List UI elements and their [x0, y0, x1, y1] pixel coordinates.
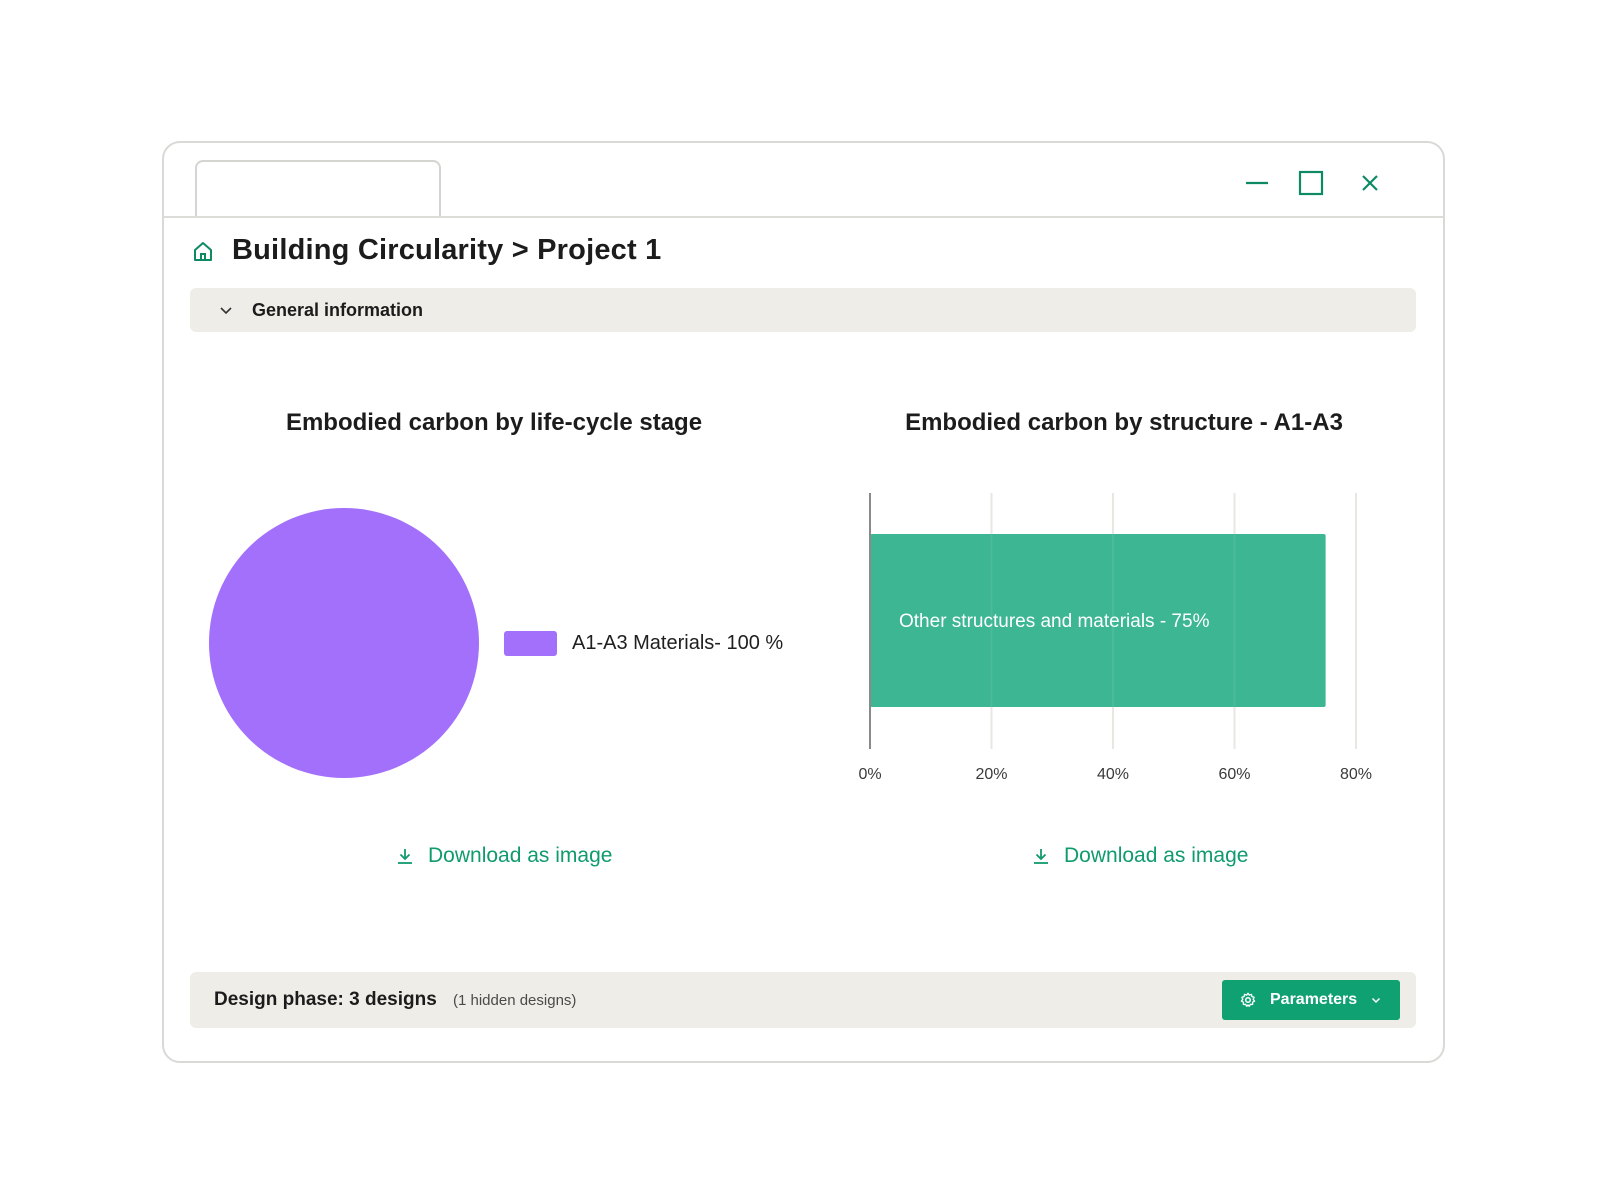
pie-legend: A1-A3 Materials- 100 %: [504, 631, 783, 656]
design-phase-bar: Design phase: 3 designs (1 hidden design…: [190, 972, 1416, 1028]
download-pie-button[interactable]: Download as image: [396, 844, 612, 868]
x-tick-label: 20%: [975, 766, 1007, 783]
page-title: Building Circularity > Project 1: [232, 234, 662, 266]
tab-bar: [164, 143, 1443, 218]
breadcrumb: Building Circularity > Project 1: [192, 234, 661, 267]
hidden-designs-label: (1 hidden designs): [453, 992, 577, 1009]
close-icon[interactable]: [1352, 165, 1388, 201]
minimize-icon[interactable]: [1239, 165, 1275, 201]
x-tick-label: 80%: [1340, 766, 1372, 783]
gear-icon: [1240, 992, 1256, 1007]
pie-chart: [209, 508, 479, 778]
legend-swatch: [504, 631, 557, 656]
general-information-toggle[interactable]: General information: [190, 288, 1416, 332]
home-icon[interactable]: [192, 240, 214, 262]
bar-chart: Other structures and materials - 75% 0% 20…: [858, 493, 1372, 783]
x-tick-label: 60%: [1218, 766, 1250, 783]
bar-chart-title: Embodied carbon by structure - A1-A3: [905, 409, 1343, 436]
app-window: Building Circularity > Project 1 General…: [162, 141, 1445, 1063]
legend-label: A1-A3 Materials- 100 %: [572, 632, 784, 654]
pie-chart-title: Embodied carbon by life-cycle stage: [285, 409, 703, 436]
parameters-button[interactable]: Parameters: [1222, 980, 1400, 1020]
download-bar-button[interactable]: Download as image: [1032, 844, 1248, 868]
x-tick-label: 0%: [858, 766, 881, 783]
download-icon: [398, 849, 412, 864]
chevron-down-icon: [220, 307, 232, 315]
parameters-label: Parameters: [1270, 991, 1358, 1008]
maximize-icon[interactable]: [1293, 165, 1329, 201]
section-label: General information: [252, 299, 424, 320]
bar-data-label: Other structures and materials - 75%: [899, 611, 1210, 632]
chevron-down-icon: [1372, 997, 1381, 1004]
pie-slice: [209, 508, 479, 778]
download-label: Download as image: [1064, 844, 1249, 867]
x-tick-label: 40%: [1097, 766, 1129, 783]
download-icon: [1034, 849, 1048, 864]
design-phase-label: Design phase: 3 designs: [214, 989, 437, 1010]
browser-tab[interactable]: [195, 160, 441, 216]
download-label: Download as image: [428, 844, 613, 867]
